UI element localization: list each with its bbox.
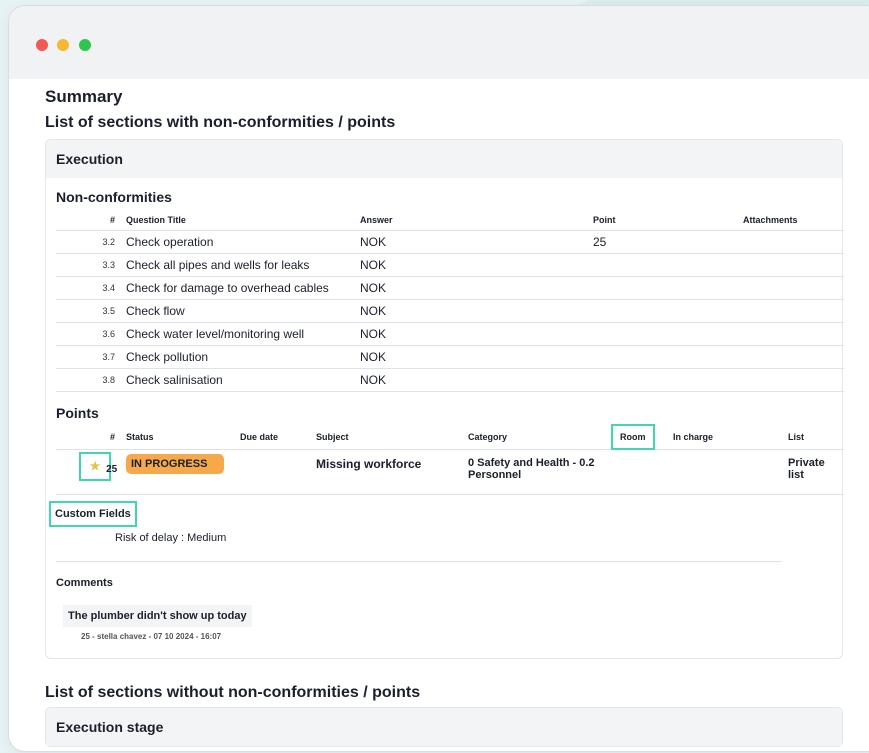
- point-num: 25: [106, 463, 118, 475]
- nc-question: Check pollution: [126, 345, 360, 369]
- pt-col-category: Category: [468, 425, 613, 450]
- point-status-cell: IN PROGRESS: [126, 449, 240, 495]
- maximize-window-button[interactable]: [79, 39, 91, 51]
- table-row[interactable]: 3.8 Check salinisation NOK: [56, 368, 844, 392]
- pt-col-room-cell: Room: [611, 423, 673, 450]
- nc-attachments: [743, 345, 844, 369]
- nc-attachments: [743, 276, 844, 300]
- pt-col-num: #: [56, 425, 126, 450]
- pt-col-due: Due date: [240, 425, 316, 450]
- nc-answer: NOK: [360, 345, 593, 369]
- nc-question: Check operation: [126, 230, 360, 254]
- nc-attachments: [743, 322, 844, 346]
- nc-col-num: #: [56, 210, 126, 231]
- table-row[interactable]: 3.4 Check for damage to overhead cables …: [56, 276, 844, 300]
- custom-field-value: Risk of delay : Medium: [115, 532, 227, 544]
- nc-header-row: # Question Title Answer Point Attachment…: [56, 210, 844, 231]
- nc-num: 3.5: [56, 299, 126, 323]
- execution-stage-header[interactable]: Execution stage: [46, 708, 842, 746]
- nonconformities-table: # Question Title Answer Point Attachment…: [56, 210, 844, 392]
- point-list-line2: list: [788, 468, 804, 481]
- table-row[interactable]: 3.2 Check operation NOK 25: [56, 230, 844, 254]
- nc-answer: NOK: [360, 322, 593, 346]
- nc-point: [593, 322, 743, 346]
- execution-stage-card: Execution stage: [45, 707, 843, 747]
- nc-answer: NOK: [360, 368, 593, 392]
- pt-col-status: Status: [126, 425, 240, 450]
- nc-point: [593, 345, 743, 369]
- nc-point: [593, 253, 743, 277]
- nc-question: Check flow: [126, 299, 360, 323]
- point-category-line2: Personnel: [468, 468, 522, 481]
- minimize-window-button[interactable]: [57, 39, 69, 51]
- comment-text: The plumber didn't show up today: [63, 605, 252, 627]
- points-header-row: # Status Due date Subject Category Room …: [56, 423, 844, 450]
- nonconformities-title: Non-conformities: [56, 189, 172, 205]
- nc-question: Check water level/monitoring well: [126, 322, 360, 346]
- points-table: # Status Due date Subject Category Room …: [56, 423, 844, 495]
- nc-col-point: Point: [593, 210, 743, 231]
- sections-with-nc-title: List of sections with non-conformities /…: [45, 114, 396, 131]
- pt-col-incharge: In charge: [673, 425, 788, 450]
- nc-answer: NOK: [360, 299, 593, 323]
- point-subject[interactable]: Missing workforce: [316, 449, 468, 495]
- point-due: [240, 449, 316, 495]
- point-list-line1: Private: [788, 456, 825, 469]
- table-row[interactable]: 3.7 Check pollution NOK: [56, 345, 844, 369]
- nc-question: Check all pipes and wells for leaks: [126, 253, 360, 277]
- nc-answer: NOK: [360, 253, 593, 277]
- point-incharge: [673, 449, 788, 495]
- pt-col-list: List: [788, 425, 844, 450]
- nc-col-answer: Answer: [360, 210, 593, 231]
- custom-fields-label: Custom Fields: [49, 501, 137, 527]
- nc-attachments: [743, 368, 844, 392]
- nc-answer: NOK: [360, 230, 593, 254]
- nc-attachments: [743, 230, 844, 254]
- close-window-button[interactable]: [36, 39, 48, 51]
- comment-meta: 25 - stella chavez - 07 10 2024 - 16:07: [81, 632, 222, 641]
- comments-title: Comments: [56, 577, 113, 589]
- status-badge[interactable]: IN PROGRESS: [126, 453, 224, 474]
- pt-col-room: Room: [611, 423, 655, 450]
- nc-attachments: [743, 253, 844, 277]
- execution-section-header[interactable]: Execution: [46, 140, 842, 178]
- title-bar: [9, 6, 869, 79]
- nc-num: 3.6: [56, 322, 126, 346]
- table-row[interactable]: ★ 25 IN PROGRESS Missing workforce 0 Saf…: [56, 449, 844, 495]
- nc-point: [593, 368, 743, 392]
- table-row[interactable]: 3.6 Check water level/monitoring well NO…: [56, 322, 844, 346]
- pt-col-subject: Subject: [316, 425, 468, 450]
- nc-question: Check for damage to overhead cables: [126, 276, 360, 300]
- nc-question: Check salinisation: [126, 368, 360, 392]
- nc-col-question: Question Title: [126, 210, 360, 231]
- point-category-cell: 0 Safety and Health - 0.2 Personnel: [468, 449, 613, 495]
- sections-without-nc-title: List of sections without non-conformitie…: [45, 684, 421, 701]
- nc-point: [593, 299, 743, 323]
- nc-num: 3.7: [56, 345, 126, 369]
- app-window: Summary List of sections with non-confor…: [9, 6, 869, 751]
- point-num-cell: ★ 25: [56, 449, 126, 495]
- point-list-cell: Private list: [788, 449, 844, 495]
- nc-num: 3.3: [56, 253, 126, 277]
- point-category-line1: 0 Safety and Health - 0.2: [468, 456, 595, 469]
- table-row[interactable]: 3.5 Check flow NOK: [56, 299, 844, 323]
- star-icon[interactable]: ★: [79, 451, 111, 481]
- table-row[interactable]: 3.3 Check all pipes and wells for leaks …: [56, 253, 844, 277]
- nc-num: 3.4: [56, 276, 126, 300]
- nc-attachments: [743, 299, 844, 323]
- summary-title: Summary: [45, 87, 123, 106]
- nc-point: [593, 276, 743, 300]
- point-room: [613, 449, 673, 495]
- nc-num: 3.2: [56, 230, 126, 254]
- nc-col-attachments: Attachments: [743, 210, 844, 231]
- nc-num: 3.8: [56, 368, 126, 392]
- points-title: Points: [56, 405, 99, 421]
- nc-answer: NOK: [360, 276, 593, 300]
- nc-point[interactable]: 25: [593, 230, 743, 254]
- execution-section-card: Execution Non-conformities # Question Ti…: [45, 139, 844, 659]
- comments-divider: [56, 561, 782, 562]
